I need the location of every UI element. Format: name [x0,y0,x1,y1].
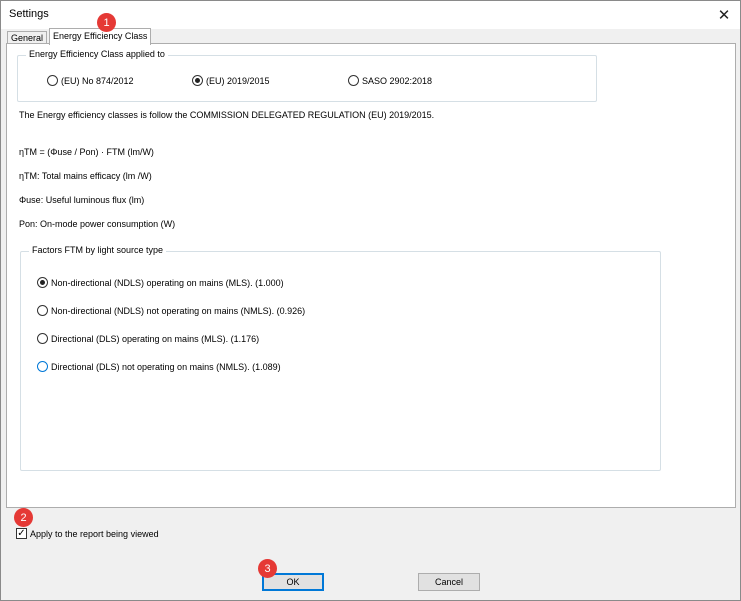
radio-label: Non-directional (NDLS) not operating on … [51,305,306,316]
definition-phi: Φuse: Useful luminous flux (lm) [19,195,145,205]
radio-dls-nmls[interactable]: Directional (DLS) not operating on mains… [37,361,281,372]
radio-dls-mls[interactable]: Directional (DLS) operating on mains (ML… [37,333,259,344]
radio-indicator [37,361,48,372]
definition-pon: Pon: On-mode power consumption (W) [19,219,176,229]
checkmark-icon: ✓ [16,528,27,539]
annotation-marker-2: 2 [14,508,33,527]
radio-indicator [37,277,48,288]
close-icon[interactable]: ✕ [708,1,740,29]
radio-indicator [37,333,48,344]
energy-efficiency-panel: Energy Efficiency Class applied to (EU) … [6,43,736,508]
cancel-button[interactable]: Cancel [418,573,480,591]
radio-label: Non-directional (NDLS) operating on main… [51,277,284,288]
annotation-marker-3: 3 [258,559,277,578]
formula-text: ηTM = (Φuse / Pon) · FTM (lm/W) [19,147,154,157]
radio-label: Directional (DLS) not operating on mains… [51,361,281,372]
radio-ndls-mls[interactable]: Non-directional (NDLS) operating on main… [37,277,284,288]
radio-ndls-nmls[interactable]: Non-directional (NDLS) not operating on … [37,305,305,316]
efficiency-class-group: Energy Efficiency Class applied to (EU) … [17,49,597,102]
radio-eu-2019-2015[interactable]: (EU) 2019/2015 [192,75,270,86]
apply-to-report-checkbox[interactable]: ✓ Apply to the report being viewed [16,528,159,539]
radio-indicator [47,75,58,86]
radio-label: SASO 2902:2018 [362,75,433,86]
efficiency-class-group-label: Energy Efficiency Class applied to [26,49,168,59]
tab-energy-efficiency-class[interactable]: Energy Efficiency Class [49,28,152,45]
factors-group-label: Factors FTM by light source type [29,245,167,255]
radio-indicator [192,75,203,86]
radio-label: Directional (DLS) operating on mains (ML… [51,333,260,344]
radio-saso-2902-2018[interactable]: SASO 2902:2018 [348,75,432,86]
radio-label: (EU) 2019/2015 [206,75,270,86]
settings-dialog: Settings ✕ General Energy Efficiency Cla… [0,0,741,601]
regulation-text: The Energy efficiency classes is follow … [19,110,435,120]
radio-eu-874-2012[interactable]: (EU) No 874/2012 [47,75,134,86]
radio-label: (EU) No 874/2012 [61,75,134,86]
factors-group: Factors FTM by light source type Non-dir… [20,245,661,471]
window-title: Settings [9,8,49,20]
radio-indicator [37,305,48,316]
annotation-marker-1: 1 [97,13,116,32]
checkbox-label: Apply to the report being viewed [30,528,159,539]
radio-indicator [348,75,359,86]
definition-etm: ηTM: Total mains efficacy (lm /W) [19,171,152,181]
